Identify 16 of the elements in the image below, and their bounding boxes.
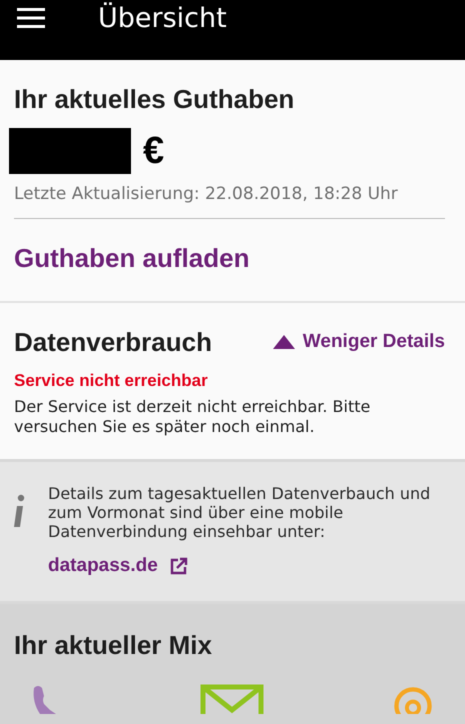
- external-link[interactable]: datapass.de: [48, 555, 188, 577]
- external-link-icon: [170, 557, 188, 575]
- triangle-icon: [272, 335, 295, 349]
- last-update-text: Letzte Aktualisierung: 22.08.2018, 18:28 Uhr: [14, 184, 399, 204]
- error-title: Service nicht erreichbar: [14, 371, 209, 391]
- info-icon: [12, 494, 26, 528]
- info-text: Details zum tagesaktuellen Datenverbauch und zum Vormonat sind über eine mobile Datenverbindung einsehbar unter:: [48, 484, 432, 541]
- menu-icon[interactable]: [17, 7, 45, 29]
- error-message: Der Service ist derzeit nicht erreichbar. Bitte versuchen Sie es später noch einmal.: [14, 397, 372, 437]
- top-up-link[interactable]: Guthaben aufladen: [14, 241, 250, 275]
- currency-symbol: €: [143, 130, 164, 172]
- details-toggle[interactable]: Weniger Details: [272, 331, 445, 353]
- section-heading: Ihr aktuelles Guthaben: [14, 83, 296, 116]
- section-heading: Datenverbrauch: [14, 326, 212, 359]
- screen-title: Übersicht: [98, 2, 227, 36]
- section-heading: Ihr aktueller Mix: [14, 629, 213, 662]
